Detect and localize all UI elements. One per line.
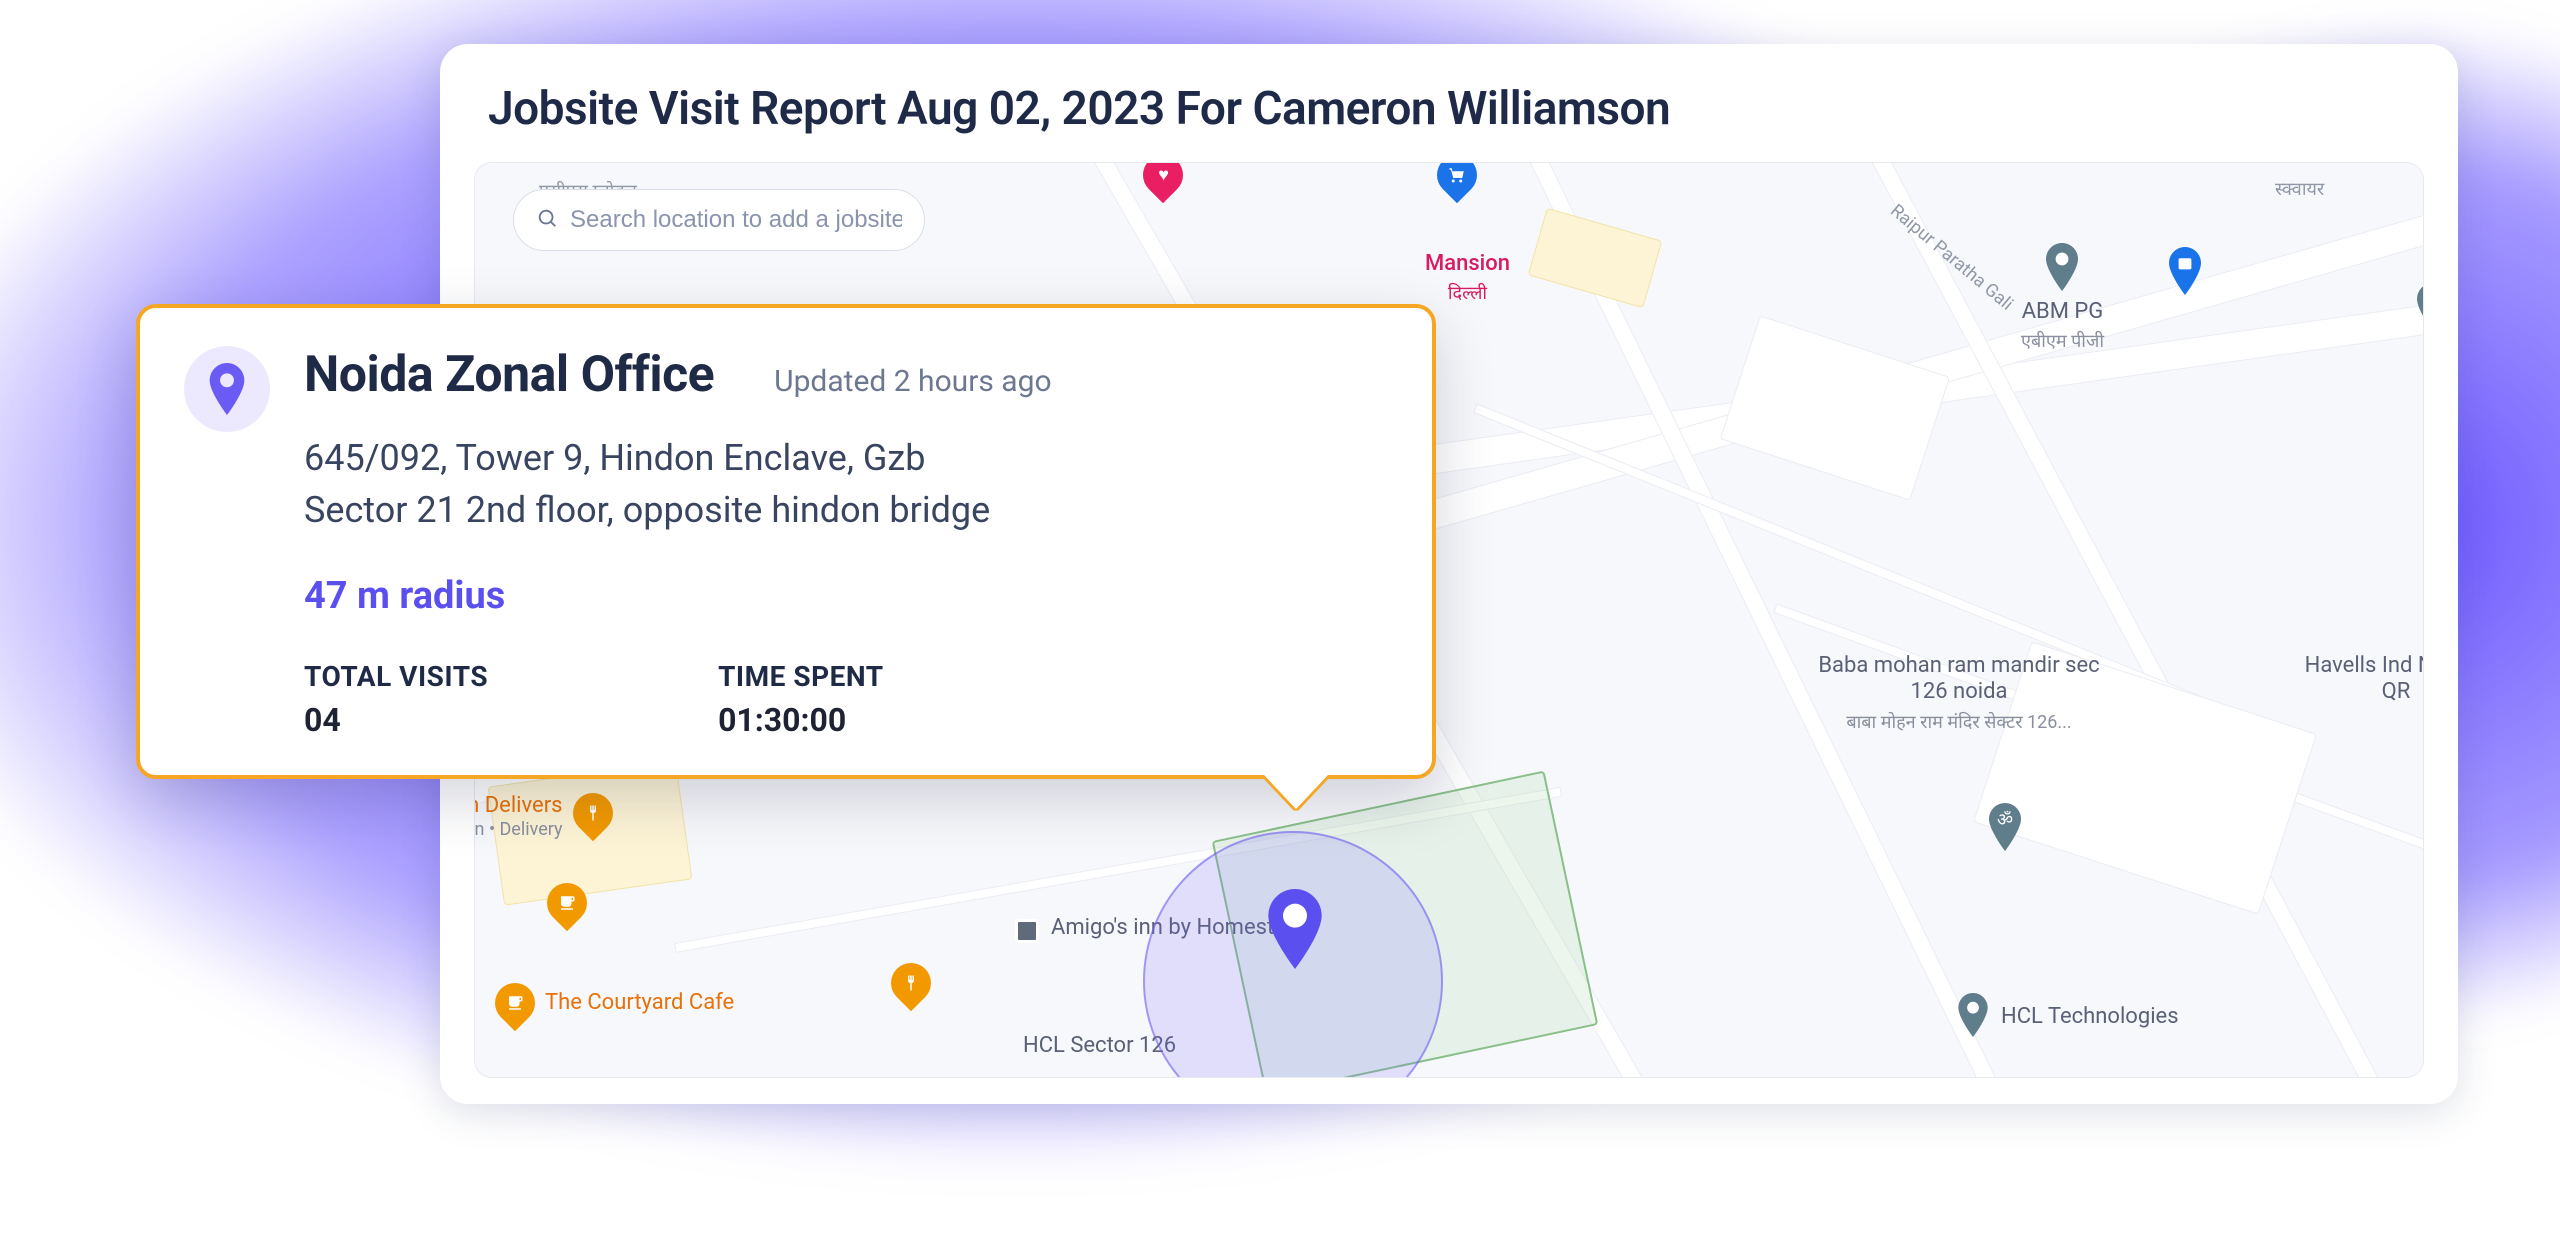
- map-poi-generic[interactable]: [2413, 283, 2423, 335]
- heart-pin-icon: ♥: [1135, 163, 1192, 203]
- stat-visits-label: TOTAL VISITS: [304, 660, 488, 693]
- map-poi-hcl[interactable]: HCL Technologies: [1955, 993, 2179, 1041]
- map-poi-food3[interactable]: [891, 963, 931, 1003]
- poi-sub: दिल्ली: [1448, 281, 1487, 305]
- map-poi-delivers[interactable]: n Delivers en • Delivery: [475, 793, 613, 840]
- poi-label: Havells Ind Noida - QR: [2301, 653, 2423, 706]
- map-poi-havells[interactable]: Havells Ind Noida - QR: [2301, 653, 2423, 706]
- poi-label: ABM PG: [2022, 299, 2104, 325]
- poi-label: n Delivers: [475, 793, 563, 819]
- poi-label: The Courtyard Cafe: [545, 990, 734, 1016]
- map-poi-om[interactable]: ॐ: [1985, 803, 2025, 855]
- poi-label: HCL Technologies: [2001, 1004, 2179, 1030]
- stat-time-label: TIME SPENT: [718, 660, 884, 693]
- map-poi-cart[interactable]: [1437, 163, 1477, 195]
- om-pin-icon: ॐ: [1985, 803, 2025, 855]
- search-location-input-wrap[interactable]: [513, 189, 925, 251]
- poi-label: Baba mohan ram mandir sec 126 noida: [1799, 653, 2119, 706]
- page-title: Jobsite Visit Report Aug 02, 2023 For Ca…: [440, 44, 2458, 162]
- search-icon: [536, 207, 558, 233]
- poi-sub: en • Delivery: [475, 819, 563, 840]
- map-poi-cafe2[interactable]: [547, 883, 587, 923]
- jobsite-pin-icon[interactable]: [1263, 889, 1327, 973]
- pin-icon: [1955, 993, 1991, 1041]
- stat-visits-value: 04: [304, 701, 488, 739]
- map-poi-mansion[interactable]: Mansion दिल्ली: [1425, 251, 1510, 305]
- jobsite-address-line1: 645/092, Tower 9, Hindon Enclave, Gzb: [304, 432, 1388, 484]
- map-poi-mandir[interactable]: Baba mohan ram mandir sec 126 noida बाबा…: [1799, 653, 2119, 734]
- shopping-pin-icon: [2165, 247, 2205, 299]
- map-poi-abm[interactable]: ABM PG एबीएम पीजी: [2021, 243, 2104, 353]
- cart-pin-icon: [1429, 163, 1486, 203]
- map-poi-square[interactable]: [1015, 919, 1039, 943]
- jobsite-name: Noida Zonal Office: [304, 346, 714, 404]
- jobsite-address-line2: Sector 21 2nd floor, opposite hindon bri…: [304, 484, 1388, 536]
- restaurant-pin-icon: [564, 785, 621, 842]
- pin-icon: [2042, 243, 2082, 295]
- stat-time-value: 01:30:00: [718, 701, 884, 739]
- restaurant-pin-icon: [883, 955, 940, 1012]
- jobsite-callout: Noida Zonal Office Updated 2 hours ago 6…: [136, 304, 1436, 779]
- cafe-pin-icon: [487, 975, 544, 1032]
- jobsite-radius: 47 m radius: [304, 574, 1388, 618]
- map-poi-pink[interactable]: ♥: [1143, 163, 1183, 195]
- poi-label: Mansion: [1425, 251, 1510, 277]
- jobsite-updated: Updated 2 hours ago: [774, 364, 1051, 399]
- search-location-input[interactable]: [570, 206, 902, 234]
- map-poi-courtyard[interactable]: The Courtyard Cafe: [495, 983, 734, 1023]
- map-label: स्क्वायर: [2275, 177, 2324, 201]
- location-pin-icon: [184, 346, 270, 432]
- poi-sub: बाबा मोहन राम मंदिर सेक्टर 126...: [1846, 710, 2071, 734]
- map-poi-shop[interactable]: [2165, 247, 2205, 299]
- poi-sub: एबीएम पीजी: [2021, 329, 2104, 353]
- cafe-pin-icon: [539, 875, 596, 932]
- svg-text:ॐ: ॐ: [1997, 810, 2013, 830]
- pin-icon: [2413, 283, 2423, 335]
